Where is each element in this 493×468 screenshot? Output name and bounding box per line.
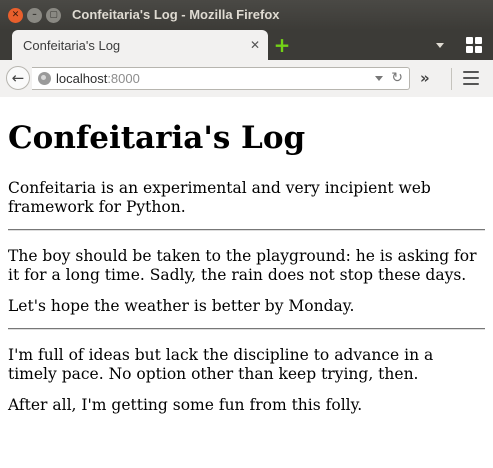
list-all-tabs-chevron-icon[interactable]	[433, 38, 447, 52]
post-paragraph: I'm full of ideas but lack the disciplin…	[8, 345, 434, 383]
page-title: Confeitaria's Log	[8, 120, 306, 156]
url-host: localhost	[56, 71, 108, 86]
url-bar[interactable]: localhost :8000 ↻	[32, 67, 410, 90]
tab-active[interactable]: Confeitaria's Log ✕	[12, 30, 268, 60]
toolbar-separator	[451, 68, 452, 90]
toolbar-overflow-icon[interactable]: »	[420, 69, 430, 87]
back-arrow-icon: ←	[11, 69, 25, 87]
maximize-window-button[interactable]: ▢	[46, 7, 61, 23]
intro-paragraph: Confeitaria is an experimental and very …	[8, 178, 431, 216]
close-window-button[interactable]: ✕	[8, 7, 23, 23]
url-port: :8000	[107, 71, 140, 86]
history-dropdown-icon[interactable]	[375, 76, 383, 81]
hamburger-menu-icon[interactable]	[463, 71, 479, 85]
tab-close-icon[interactable]: ✕	[250, 38, 260, 52]
divider	[8, 327, 485, 330]
tab-strip: Confeitaria's Log ✕ +	[0, 30, 493, 60]
post-paragraph: Let's hope the weather is better by Mond…	[8, 296, 355, 315]
page-content: Confeitaria's Log Confeitaria is an expe…	[0, 97, 493, 468]
tab-groups-icon[interactable]	[466, 37, 482, 53]
browser-window: ✕ – ▢ Confeitaria's Log - Mozilla Firefo…	[0, 0, 493, 468]
back-button[interactable]: ←	[6, 66, 30, 90]
title-bar: ✕ – ▢ Confeitaria's Log - Mozilla Firefo…	[0, 0, 493, 30]
globe-icon	[38, 72, 51, 85]
post-paragraph: After all, I'm getting some fun from thi…	[8, 395, 363, 414]
window-title: Confeitaria's Log - Mozilla Firefox	[72, 7, 280, 22]
navigation-toolbar: ← localhost :8000 ↻ »	[0, 60, 493, 98]
minimize-window-button[interactable]: –	[27, 7, 42, 23]
reload-icon[interactable]: ↻	[391, 70, 403, 86]
divider	[8, 228, 485, 231]
window-controls: ✕ – ▢	[8, 7, 61, 23]
new-tab-button[interactable]: +	[272, 35, 292, 55]
post-paragraph: The boy should be taken to the playgroun…	[8, 246, 477, 284]
tab-label: Confeitaria's Log	[23, 37, 121, 53]
